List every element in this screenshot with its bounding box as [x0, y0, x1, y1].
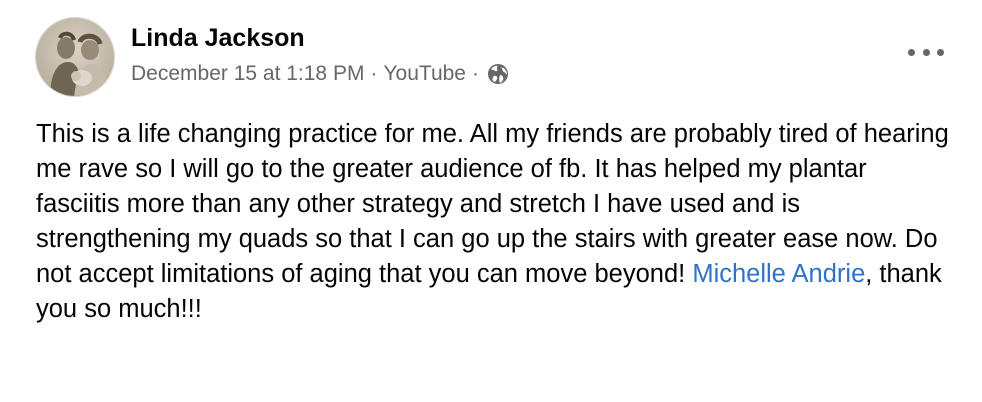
dot: [908, 48, 915, 56]
post-header: Linda Jackson December 15 at 1:18 PM · Y…: [35, 17, 509, 97]
post-card: Linda Jackson December 15 at 1:18 PM · Y…: [0, 0, 982, 402]
avatar[interactable]: [35, 17, 115, 97]
dot: [937, 48, 944, 56]
globe-icon[interactable]: [487, 63, 509, 85]
post-meta: Linda Jackson December 15 at 1:18 PM · Y…: [131, 21, 509, 89]
post-subline: December 15 at 1:18 PM · YouTube ·: [131, 59, 509, 89]
separator: ·: [370, 62, 378, 85]
post-source[interactable]: YouTube: [383, 59, 466, 89]
avatar-photo: [36, 18, 114, 96]
separator: ·: [471, 62, 479, 85]
post-body: This is a life changing practice for me.…: [36, 117, 956, 327]
more-options-icon[interactable]: [908, 42, 944, 62]
dot: [922, 48, 930, 56]
post-timestamp[interactable]: December 15 at 1:18 PM: [131, 59, 364, 89]
mention-link[interactable]: Michelle Andrie: [692, 260, 865, 288]
author-name[interactable]: Linda Jackson: [131, 21, 509, 55]
